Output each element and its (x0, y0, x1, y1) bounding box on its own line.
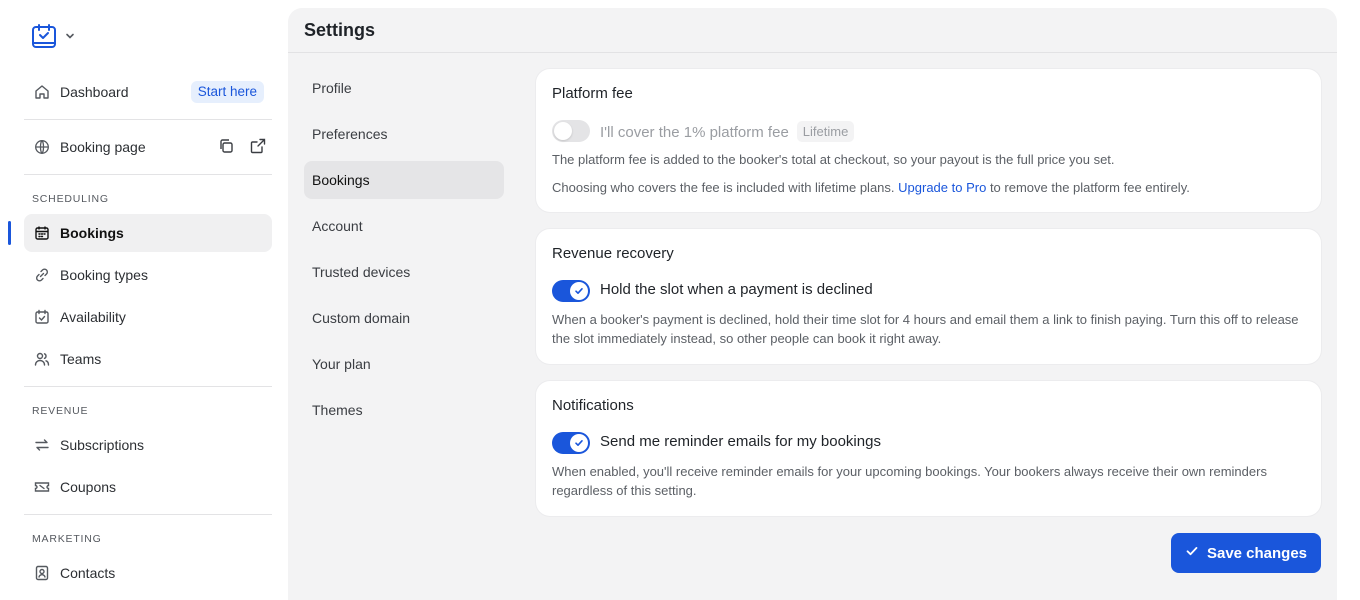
calendar-check-small-icon (34, 309, 50, 325)
sidebar-item-bookings[interactable]: Bookings (24, 214, 272, 252)
check-icon (575, 288, 583, 294)
home-icon (34, 84, 50, 100)
active-indicator (8, 221, 11, 245)
divider (24, 174, 272, 175)
settings-tab-preferences[interactable]: Preferences (304, 115, 504, 153)
toggle-knob (570, 434, 588, 452)
check-icon (575, 440, 583, 446)
sidebar-item-label: Booking types (60, 267, 148, 283)
start-here-badge[interactable]: Start here (190, 81, 264, 103)
sidebar-item-label: Teams (60, 351, 102, 367)
card-title: Notifications (552, 397, 634, 414)
check-icon (1185, 544, 1199, 562)
hold-slot-toggle[interactable] (552, 280, 590, 302)
section-label-scheduling: SCHEDULING (32, 193, 109, 205)
settings-tab-your-plan[interactable]: Your plan (304, 345, 504, 383)
toggle-label: Send me reminder emails for my bookings (600, 433, 881, 450)
chevron-down-icon (64, 30, 76, 42)
sidebar-item-booking-types[interactable]: Booking types (24, 256, 272, 294)
ticket-icon (34, 479, 50, 495)
save-changes-label: Save changes (1206, 544, 1308, 562)
sidebar-item-label: Bookings (60, 225, 124, 241)
sidebar-item-contacts[interactable]: Contacts (24, 554, 272, 592)
settings-tab-account[interactable]: Account (304, 207, 504, 245)
platform-fee-card: Platform fee I'll cover the 1% platform … (536, 69, 1321, 212)
contact-card-icon (34, 565, 50, 581)
card-description: Choosing who covers the fee is included … (552, 178, 1302, 197)
workspace-switcher[interactable] (30, 22, 76, 50)
divider (24, 514, 272, 515)
toggle-label: Hold the slot when a payment is declined (600, 281, 873, 298)
sidebar-item-label: Booking page (60, 139, 146, 155)
toggle-label: I'll cover the 1% platform fee Lifetime (600, 121, 855, 142)
sidebar-item-dashboard[interactable]: Dashboard Start here (24, 73, 272, 111)
toggle-label-text: I'll cover the 1% platform fee (600, 124, 789, 141)
sidebar-item-label: Availability (60, 309, 126, 325)
card-description: When enabled, you'll receive reminder em… (552, 464, 1267, 498)
link-icon (34, 267, 50, 283)
repeat-icon (34, 437, 50, 453)
settings-tab-custom-domain[interactable]: Custom domain (304, 299, 504, 337)
toggle-knob (570, 282, 588, 300)
settings-tab-profile[interactable]: Profile (304, 69, 504, 107)
platform-fee-toggle[interactable] (552, 120, 590, 142)
users-icon (34, 351, 50, 367)
desc-text: to remove the platform fee entirely. (989, 180, 1190, 195)
save-changes-button[interactable]: Save changes (1171, 533, 1321, 573)
sidebar-item-coupons[interactable]: Coupons (24, 468, 272, 506)
sidebar-item-booking-page[interactable]: Booking page (24, 128, 272, 166)
notifications-card: Notifications Send me reminder emails fo… (536, 381, 1321, 516)
card-title: Platform fee (552, 85, 633, 102)
section-label-marketing: MARKETING (32, 533, 102, 545)
lifetime-badge: Lifetime (796, 121, 855, 142)
sidebar-item-subscriptions[interactable]: Subscriptions (24, 426, 272, 464)
sidebar-item-label: Dashboard (60, 84, 129, 100)
sidebar-item-availability[interactable]: Availability (24, 298, 272, 336)
sidebar-item-label: Coupons (60, 479, 117, 495)
revenue-recovery-card: Revenue recovery Hold the slot when a pa… (536, 229, 1321, 364)
sidebar: Dashboard Start here Booking page SCHEDU… (0, 0, 288, 600)
sidebar-item-label: Subscriptions (60, 437, 145, 453)
card-description: The platform fee is added to the booker'… (552, 152, 1115, 167)
card-description: When a booker's payment is declined, hol… (552, 312, 1299, 346)
external-link-icon[interactable] (250, 138, 266, 157)
card-title: Revenue recovery (552, 245, 674, 262)
sidebar-item-teams[interactable]: Teams (24, 340, 272, 378)
divider (24, 386, 272, 387)
toggle-knob (554, 122, 572, 140)
section-label-revenue: REVENUE (32, 405, 89, 417)
page-title: Settings (304, 20, 376, 40)
divider (24, 119, 272, 120)
calendar-check-icon (30, 22, 58, 50)
calendar-icon (34, 225, 50, 241)
settings-tab-trusted-devices[interactable]: Trusted devices (304, 253, 504, 291)
settings-panel: Settings Profile Preferences Bookings Ac… (288, 8, 1337, 600)
divider (288, 52, 1337, 53)
globe-icon (34, 139, 50, 155)
reminder-emails-toggle[interactable] (552, 432, 590, 454)
copy-icon[interactable] (218, 138, 234, 157)
sidebar-item-label: Contacts (60, 565, 116, 581)
settings-tab-bookings[interactable]: Bookings (304, 161, 504, 199)
settings-tab-themes[interactable]: Themes (304, 391, 504, 429)
desc-text: Choosing who covers the fee is included … (552, 180, 895, 195)
upgrade-to-pro-link[interactable]: Upgrade to Pro (898, 180, 986, 195)
